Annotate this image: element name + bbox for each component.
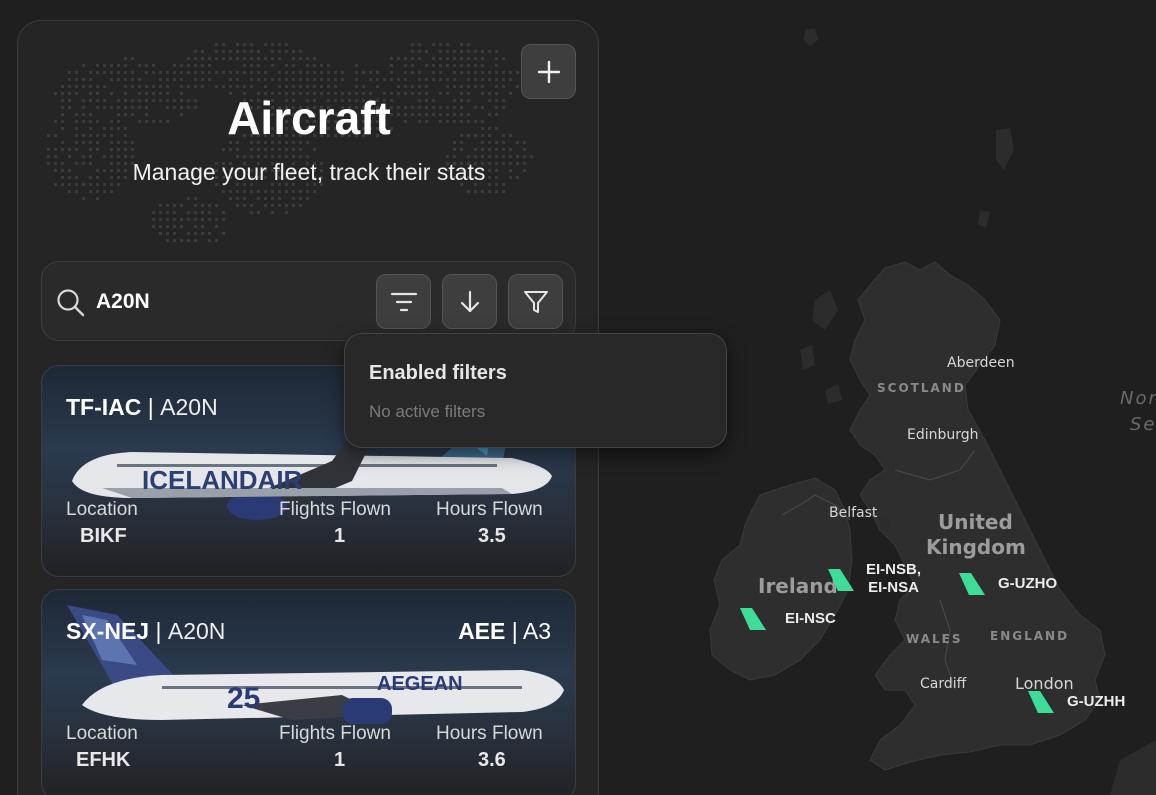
hours-flown-label: Hours Flown [436,499,543,520]
city-label-aberdeen: Aberdeen [947,355,1015,371]
country-label-kingdom: Kingdom [926,535,1026,559]
plus-icon [537,60,560,83]
airline-code: AEE | A3 [458,618,551,644]
region-label-wales: WALES [906,632,963,646]
flights-flown-value: 1 [334,525,346,547]
svg-text:25: 25 [227,682,260,715]
search-bar [41,261,576,341]
location-label: Location [66,499,138,520]
aircraft-marker-label-ei-nsc: EI-NSC [785,610,836,627]
city-label-cardiff: Cardiff [920,676,967,692]
search-icon [57,289,85,317]
aircraft-marker-ei-nsc[interactable] [738,606,768,632]
sort-direction-button[interactable] [442,274,497,329]
page-subtitle: Manage your fleet, track their stats [132,159,486,185]
region-label-england: ENGLAND [990,629,1070,643]
page-title: Aircraft [227,92,391,144]
aircraft-card-sx-nej[interactable]: 25 AEGEAN SX-NEJ | A20N AEE | A3 Locatio… [41,589,576,795]
aircraft-marker-ei-nsb[interactable] [826,567,856,593]
sea-label-line1: Nor [1120,388,1156,409]
livery-text: ICELANDAIR [142,465,303,495]
flights-flown-label: Flights Flown [279,499,391,520]
funnel-icon [523,290,548,313]
aircraft-registration: SX-NEJ | A20N [66,618,226,644]
filter-button[interactable] [508,274,563,329]
aircraft-marker-g-uzhh[interactable] [1026,689,1056,715]
location-label: Location [66,723,138,744]
hours-flown-value: 3.5 [478,525,506,547]
hours-flown-value: 3.6 [478,749,506,771]
location-value: BIKF [80,525,127,547]
flights-flown-value: 1 [334,749,346,771]
popover-empty-text: No active filters [369,402,486,421]
city-label-belfast: Belfast [829,505,878,521]
search-input[interactable] [96,286,356,318]
aircraft-registration: TF-IAC | A20N [66,394,218,420]
sea-label-line2: Se [1130,414,1156,435]
region-label-scotland: SCOTLAND [877,381,966,395]
sort-lines-icon [390,292,417,311]
aircraft-marker-g-uzho[interactable] [957,571,987,597]
aircraft-marker-label-g-uzho: G-UZHO [998,575,1058,592]
sort-options-button[interactable] [376,274,431,329]
livery-text: AEGEAN [377,673,463,695]
city-label-edinburgh: Edinburgh [907,427,979,443]
popover-title: Enabled filters [369,362,507,384]
flights-flown-label: Flights Flown [279,723,391,744]
aircraft-marker-label-ei-nsb: EI-NSB, EI-NSA [866,561,922,596]
country-label-united: United [938,510,1013,534]
aircraft-marker-label-g-uzhh: G-UZHH [1067,693,1126,710]
enabled-filters-popover: Enabled filters No active filters [344,333,727,448]
app-root: Aberdeen Edinburgh Belfast Cardiff Londo… [0,0,1156,795]
location-value: EFHK [76,749,131,771]
hours-flown-label: Hours Flown [436,723,543,744]
arrow-down-icon [460,290,479,312]
